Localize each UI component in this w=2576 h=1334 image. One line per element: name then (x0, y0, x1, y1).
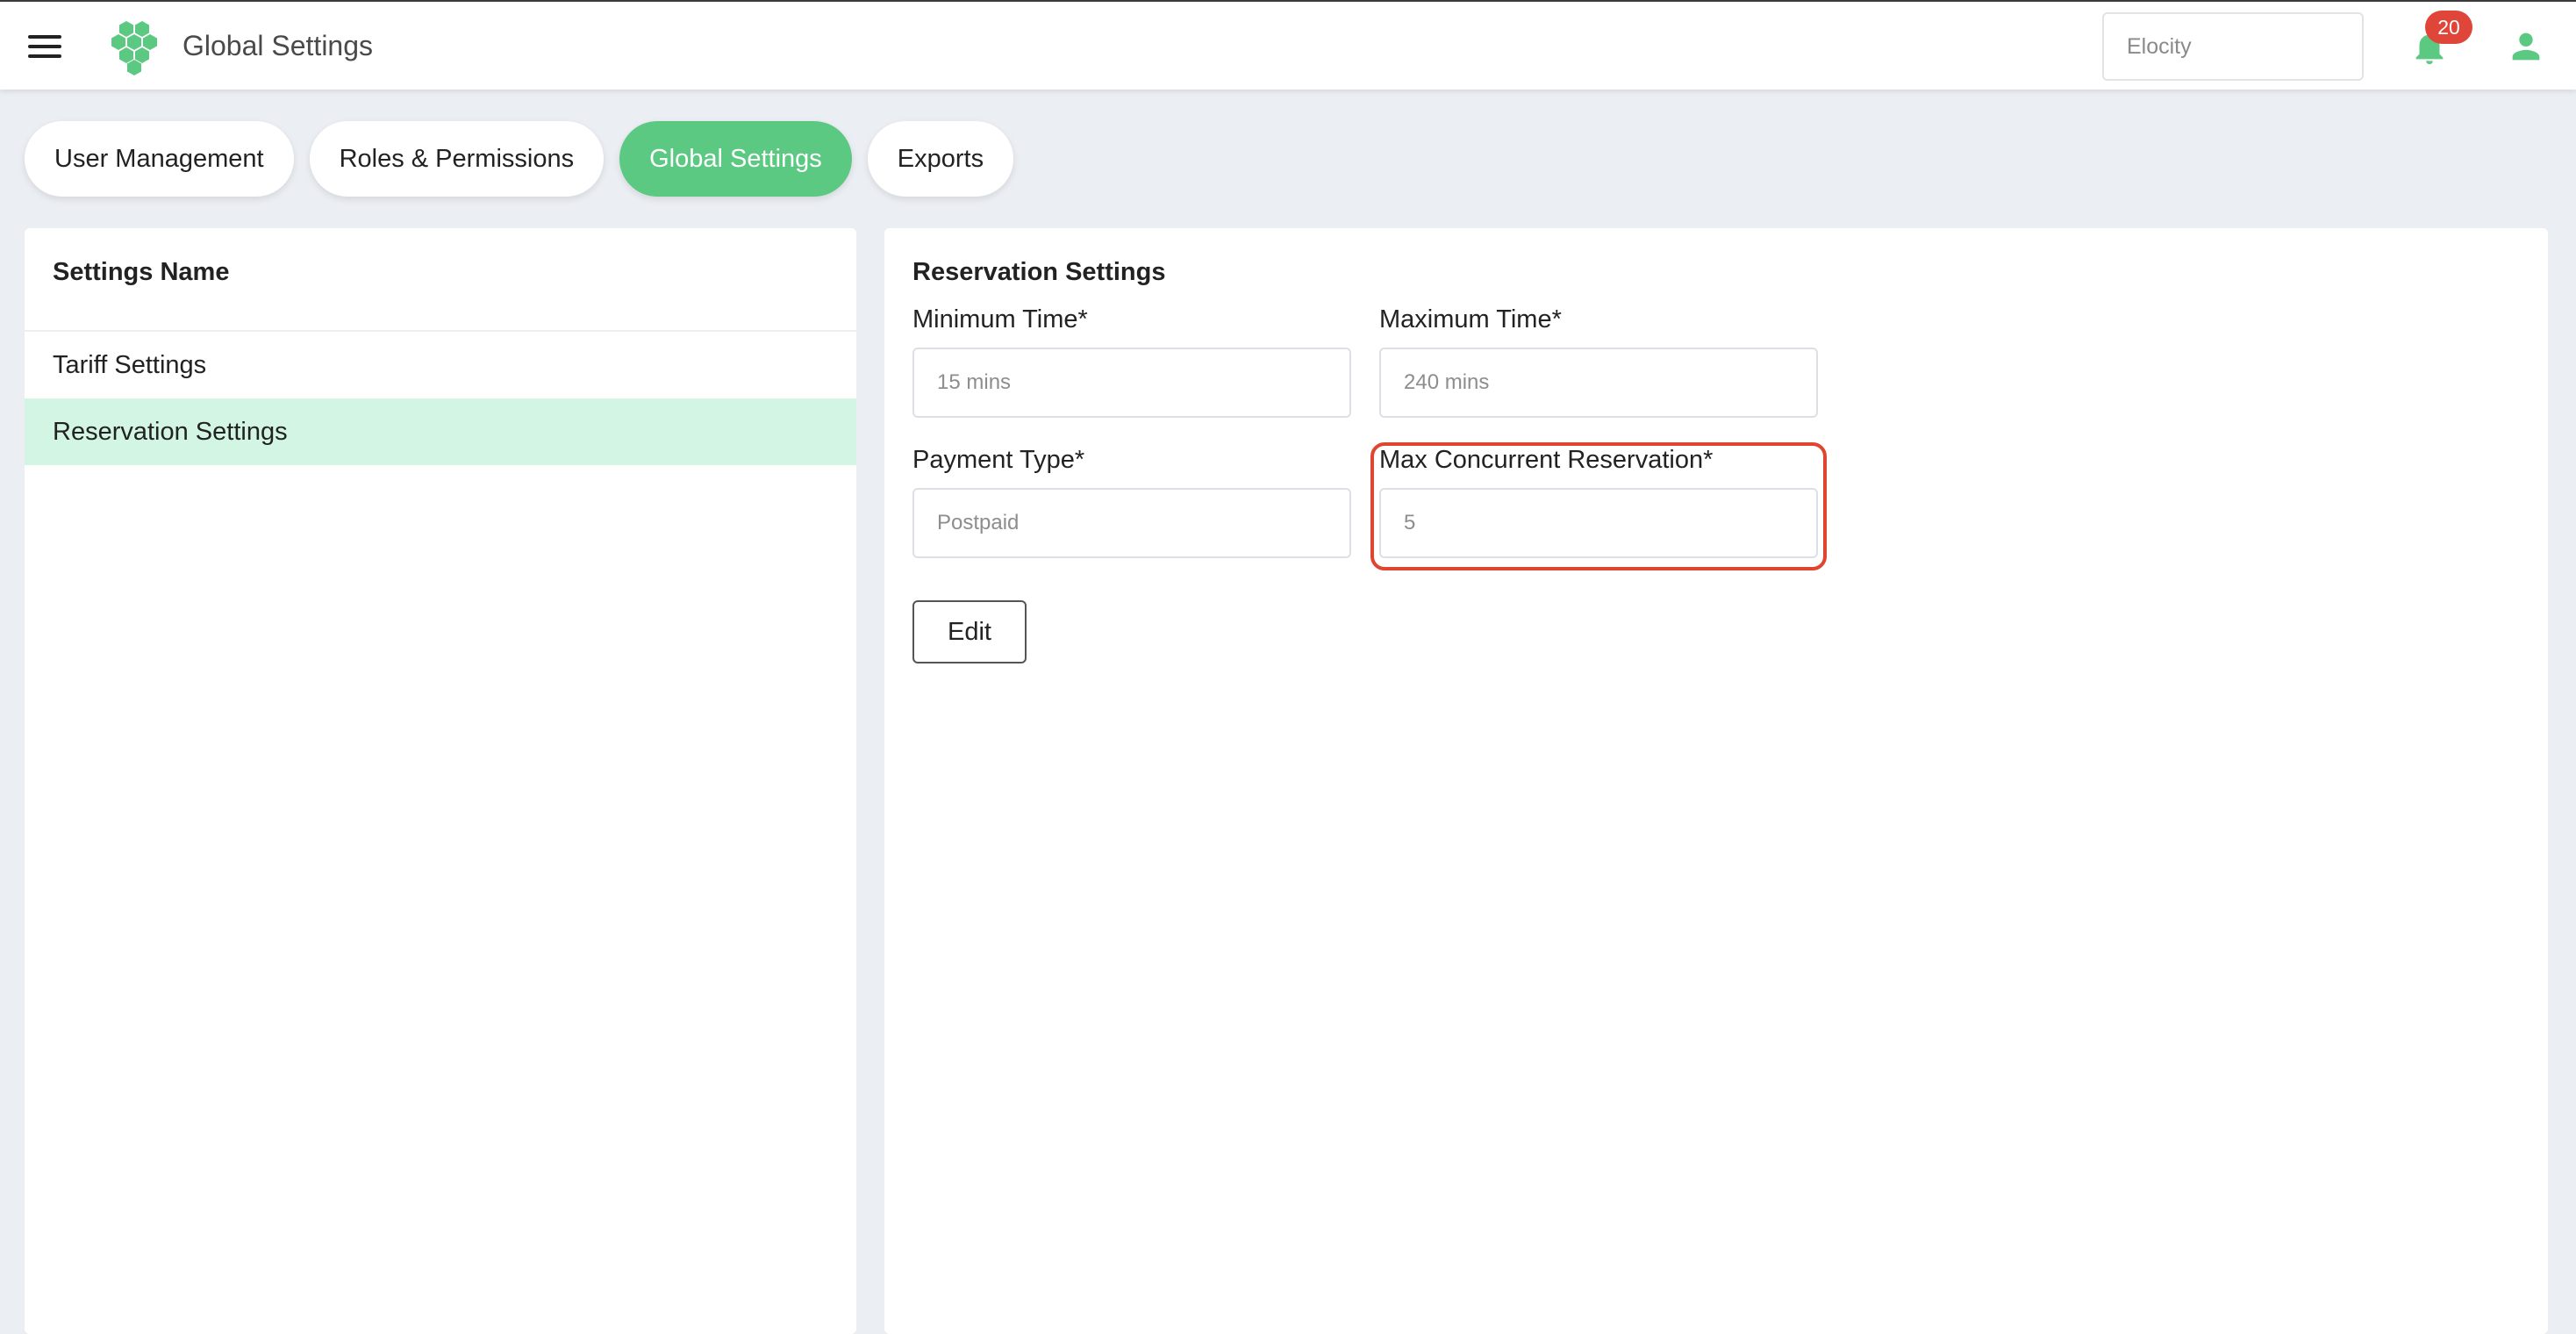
section-title: Reservation Settings (912, 258, 1166, 286)
edit-button[interactable]: Edit (912, 600, 1027, 663)
settings-tabs: User Management Roles & Permissions Glob… (25, 121, 1014, 197)
user-icon[interactable] (2506, 26, 2546, 67)
payment-type-label: Payment Type* (912, 446, 1085, 474)
maximum-time-label: Maximum Time* (1379, 305, 1562, 334)
organization-selector[interactable]: Elocity (2102, 12, 2364, 81)
top-bar: Global Settings Elocity 20 (0, 0, 2576, 90)
tab-roles-permissions[interactable]: Roles & Permissions (309, 121, 605, 197)
minimum-time-input[interactable]: 15 mins (912, 348, 1351, 418)
tab-global-settings[interactable]: Global Settings (619, 121, 852, 197)
settings-list-header: Settings Name (25, 228, 856, 332)
settings-item-tariff[interactable]: Tariff Settings (25, 332, 856, 398)
payment-type-input[interactable]: Postpaid (912, 488, 1351, 558)
max-concurrent-reservation-input[interactable]: 5 (1379, 488, 1818, 558)
reservation-settings-panel: Reservation Settings Minimum Time* 15 mi… (884, 228, 2548, 1334)
settings-item-reservation[interactable]: Reservation Settings (25, 398, 856, 465)
maximum-time-input[interactable]: 240 mins (1379, 348, 1818, 418)
settings-list-panel: Settings Name Tariff Settings Reservatio… (25, 228, 856, 1334)
menu-icon[interactable] (28, 33, 61, 60)
page-title: Global Settings (182, 30, 374, 61)
notification-badge: 20 (2425, 11, 2472, 44)
minimum-time-field: Minimum Time* 15 mins (912, 300, 1351, 418)
max-concurrent-reservation-label: Max Concurrent Reservation* (1379, 446, 1714, 474)
tab-exports[interactable]: Exports (867, 121, 1014, 197)
tab-user-management[interactable]: User Management (25, 121, 294, 197)
minimum-time-label: Minimum Time* (912, 305, 1088, 334)
max-concurrent-reservation-field: Max Concurrent Reservation* 5 (1379, 441, 1818, 558)
maximum-time-field: Maximum Time* 240 mins (1379, 300, 1818, 418)
logo-icon (111, 21, 157, 75)
payment-type-field: Payment Type* Postpaid (912, 441, 1351, 558)
